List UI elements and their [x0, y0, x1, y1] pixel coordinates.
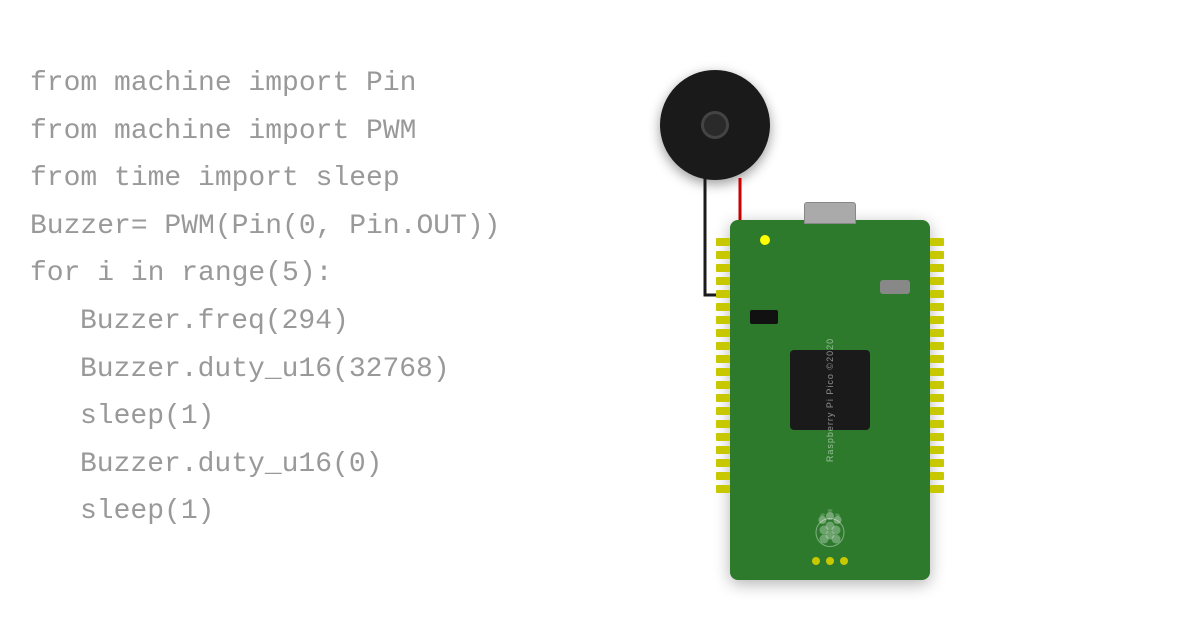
crystal-oscillator — [880, 280, 910, 294]
pin — [716, 238, 730, 246]
pin — [930, 394, 944, 402]
code-line: Buzzer.freq(294) — [30, 298, 500, 346]
pin — [930, 446, 944, 454]
pin — [716, 316, 730, 324]
code-line: sleep(1) — [30, 488, 500, 536]
led-indicator — [760, 235, 770, 245]
pin — [930, 420, 944, 428]
pin — [716, 485, 730, 493]
code-line: from time import sleep — [30, 155, 500, 203]
pin — [930, 238, 944, 246]
pico-pcb: Raspberry Pi Pico ©2020 — [730, 220, 930, 580]
pin — [930, 329, 944, 337]
pin — [716, 329, 730, 337]
pin — [716, 420, 730, 428]
pin — [930, 368, 944, 376]
pin — [716, 394, 730, 402]
pin — [930, 277, 944, 285]
pin — [930, 472, 944, 480]
code-block: from machine import Pinfrom machine impo… — [30, 60, 500, 536]
code-line: sleep(1) — [30, 393, 500, 441]
code-line: for i in range(5): — [30, 250, 500, 298]
pin — [930, 290, 944, 298]
pin — [716, 368, 730, 376]
pin — [930, 381, 944, 389]
pin — [716, 355, 730, 363]
code-line: from machine import PWM — [30, 108, 500, 156]
pin — [716, 251, 730, 259]
code-line: Buzzer.duty_u16(32768) — [30, 346, 500, 394]
pin — [930, 433, 944, 441]
pin — [716, 342, 730, 350]
pin — [930, 459, 944, 467]
pin — [930, 316, 944, 324]
pin — [716, 407, 730, 415]
pin — [716, 381, 730, 389]
pin — [716, 472, 730, 480]
pin — [930, 264, 944, 272]
debug-pad — [812, 557, 820, 565]
pin — [716, 459, 730, 467]
bootsel-button — [750, 310, 778, 324]
diagram-area: Raspberry Pi Pico ©2020 — [580, 50, 1000, 580]
pico-board: Raspberry Pi Pico ©2020 — [730, 220, 930, 580]
usb-connector — [804, 202, 856, 224]
pin — [716, 433, 730, 441]
pin — [930, 342, 944, 350]
board-label: Raspberry Pi Pico ©2020 — [825, 338, 835, 462]
pin — [930, 355, 944, 363]
pin — [716, 446, 730, 454]
pin — [716, 303, 730, 311]
pin — [930, 485, 944, 493]
pin — [930, 407, 944, 415]
buzzer-outer — [660, 70, 770, 180]
pins-left — [716, 238, 730, 493]
code-line: Buzzer.duty_u16(0) — [30, 441, 500, 489]
debug-pad — [840, 557, 848, 565]
pin — [930, 303, 944, 311]
debug-pads — [812, 557, 848, 565]
code-line: from machine import Pin — [30, 60, 500, 108]
code-line: Buzzer= PWM(Pin(0, Pin.OUT)) — [30, 203, 500, 251]
pin — [716, 277, 730, 285]
pin — [930, 251, 944, 259]
raspberry-pi-logo — [805, 505, 855, 555]
debug-pad — [826, 557, 834, 565]
pin — [716, 264, 730, 272]
buzzer-inner — [701, 111, 729, 139]
pins-right — [930, 238, 944, 493]
pin — [716, 290, 730, 298]
buzzer-component — [660, 70, 770, 180]
